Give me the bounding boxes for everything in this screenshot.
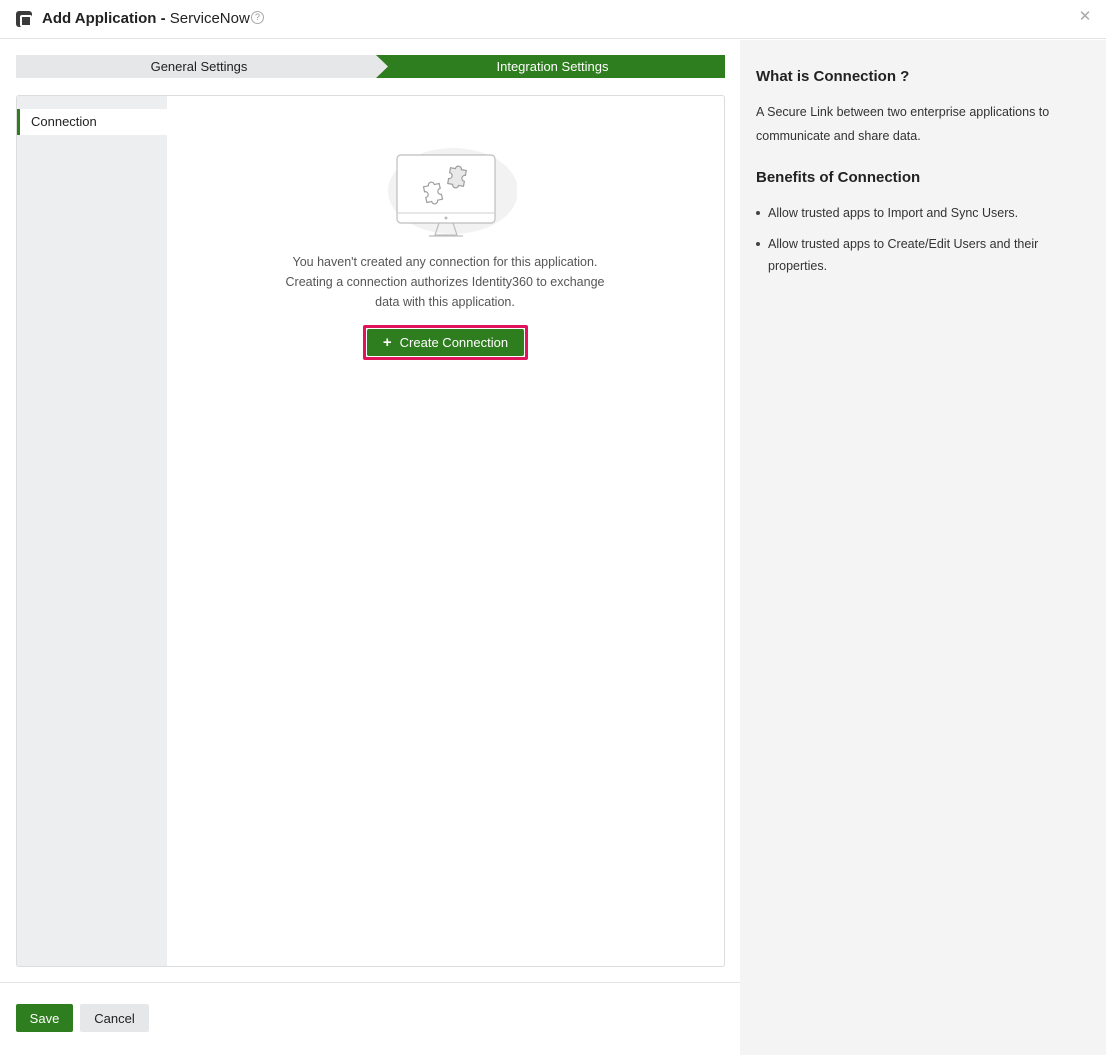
step-label: General Settings [150,59,248,74]
sidebar-item-label: Connection [31,114,97,129]
dialog-title: Add Application - ServiceNow [42,10,250,28]
plus-icon: + [382,334,392,351]
step-general-settings[interactable]: General Settings [16,55,388,78]
monitor-dot [444,216,448,220]
info-description: A Secure Link between two enterprise app… [756,105,1050,143]
benefits-list: Allow trusted apps to Import and Sync Us… [756,202,1076,286]
main-area: General Settings Integration Settings Co… [0,40,740,1055]
integration-sidebar: Connection [17,96,167,966]
title-separator: - [156,10,170,27]
info-panel: What is Connection ? A Secure Link betwe… [740,40,1106,1055]
empty-state-line: You haven't created any connection for t… [292,255,598,269]
connection-content: You haven't created any connection for t… [167,96,724,966]
create-connection-button[interactable]: + Create Connection [367,329,524,356]
integration-panel: Connection You haven't created any conne… [16,95,725,967]
empty-state-line: Creating a connection authorizes Identit… [285,275,605,289]
save-button[interactable]: Save [16,1004,73,1032]
title-app-name: ServiceNow [169,10,250,27]
info-heading-what-is-connection: What is Connection ? [756,68,910,85]
empty-state-line: data with this application. [375,295,515,309]
cancel-button[interactable]: Cancel [80,1004,149,1032]
step-integration-settings[interactable]: Integration Settings [372,55,725,78]
empty-state-message: You haven't created any connection for t… [245,252,645,312]
footer-divider [0,982,740,983]
monitor-puzzle-illustration [388,148,517,237]
wizard-stepper: General Settings Integration Settings [16,55,725,78]
title-main: Add Application [42,10,157,27]
dialog-header: Add Application - ServiceNow ? ✕ [0,0,1106,39]
close-icon[interactable]: ✕ [1078,9,1092,24]
list-item: Allow trusted apps to Import and Sync Us… [756,202,1076,224]
sidebar-item-connection[interactable]: Connection [17,109,167,135]
create-connection-label: Create Connection [399,335,509,350]
application-icon [16,11,32,27]
info-heading-benefits: Benefits of Connection [756,169,921,186]
question-circle-icon[interactable]: ? [251,11,264,24]
list-item: Allow trusted apps to Create/Edit Users … [756,233,1076,277]
step-label: Integration Settings [496,59,609,74]
